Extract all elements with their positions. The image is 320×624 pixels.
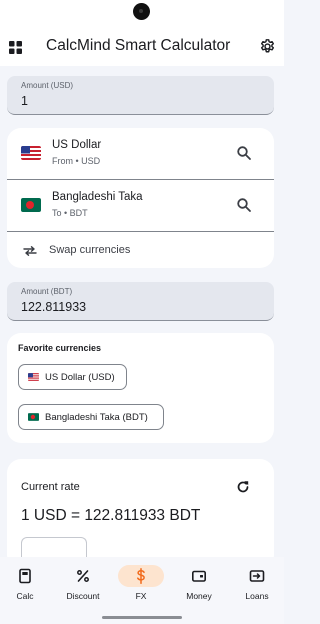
home-indicator[interactable] (102, 616, 182, 619)
from-currency-name: US Dollar (52, 139, 102, 151)
amount-bdt-value[interactable]: 122.811933 (21, 300, 86, 314)
swap-currencies-label: Swap currencies (49, 244, 131, 256)
loan-icon (249, 570, 265, 582)
search-icon[interactable] (236, 145, 252, 161)
camera-cutout (133, 3, 150, 20)
app-bar: CalcMind Smart Calculator (0, 26, 284, 66)
amount-usd-field[interactable]: Amount (USD) 1 (7, 76, 274, 115)
current-rate-card: Current rate 1 USD = 122.811933 BDT (7, 459, 274, 569)
current-rate-title: Current rate (21, 481, 80, 493)
nav-item-discount[interactable]: Discount (55, 557, 111, 613)
refresh-icon[interactable] (236, 480, 250, 494)
nav-label-fx: FX (135, 591, 147, 601)
app-title: CalcMind Smart Calculator (46, 37, 231, 54)
nav-item-calc[interactable]: Calc (0, 557, 53, 613)
favorite-chip-bdt-label: Bangladeshi Taka (BDT) (45, 412, 148, 423)
favorite-currencies-card: Favorite currencies US Dollar (USD) Bang… (7, 333, 274, 443)
currency-selector-card: US Dollar From • USD Bangladeshi Taka To… (7, 128, 274, 268)
to-currency-name: Bangladeshi Taka (52, 191, 143, 203)
amount-usd-label: Amount (USD) (21, 81, 74, 90)
search-icon[interactable] (236, 197, 252, 213)
us-flag-icon (28, 373, 39, 381)
amount-usd-value[interactable]: 1 (21, 94, 28, 108)
amount-bdt-field[interactable]: Amount (BDT) 122.811933 (7, 282, 274, 321)
nav-item-loans[interactable]: Loans (229, 557, 285, 613)
nav-label-loans: Loans (245, 591, 269, 601)
grid-menu-icon[interactable] (9, 41, 22, 54)
swap-currencies-button[interactable]: Swap currencies (7, 232, 274, 268)
percent-icon (77, 570, 89, 582)
current-rate-value: 1 USD = 122.811933 BDT (21, 507, 201, 524)
nav-label-calc: Calc (16, 591, 34, 601)
wallet-icon (191, 570, 206, 582)
amount-bdt-label: Amount (BDT) (21, 287, 73, 296)
bottom-navigation: Calc Discount FX Money Loans (0, 557, 284, 613)
bd-flag-icon (28, 413, 39, 421)
favorites-title: Favorite currencies (18, 343, 102, 353)
nav-active-indicator (118, 565, 164, 587)
us-flag-icon (21, 146, 41, 160)
nav-item-fx[interactable]: FX (113, 557, 169, 613)
favorite-chip-usd-label: US Dollar (USD) (45, 372, 115, 383)
gear-icon[interactable] (259, 38, 276, 55)
calculator-icon (19, 568, 31, 584)
from-currency-row[interactable]: US Dollar From • USD (7, 128, 274, 180)
nav-item-money[interactable]: Money (171, 557, 227, 613)
bd-flag-icon (21, 198, 41, 212)
favorite-chip-bdt[interactable]: Bangladeshi Taka (BDT) (18, 404, 164, 430)
nav-label-discount: Discount (66, 591, 100, 601)
from-currency-code: From • USD (52, 156, 101, 166)
dollar-icon (137, 568, 145, 584)
home-bar (0, 613, 284, 624)
favorite-chip-usd[interactable]: US Dollar (USD) (18, 364, 127, 390)
status-bar (0, 0, 284, 26)
nav-label-money: Money (186, 591, 212, 601)
to-currency-code: To • BDT (52, 208, 88, 218)
to-currency-row[interactable]: Bangladeshi Taka To • BDT (7, 180, 274, 232)
swap-arrows-icon (23, 246, 37, 256)
